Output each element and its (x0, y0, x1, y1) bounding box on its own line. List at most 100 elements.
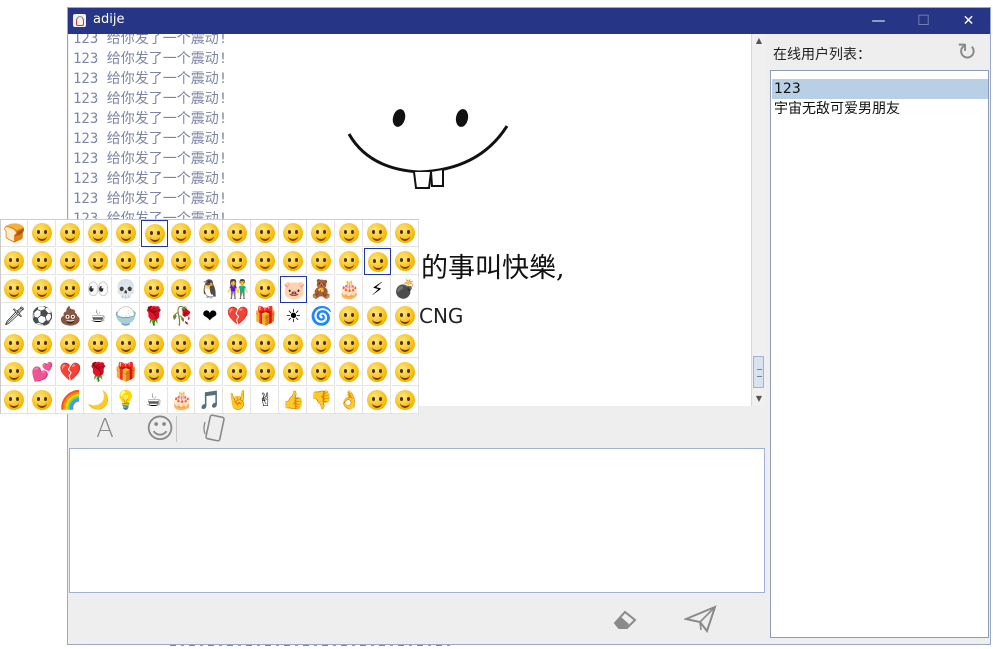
font-button[interactable]: A (89, 413, 121, 445)
emoji-cell[interactable] (112, 220, 140, 247)
maximize-button[interactable]: ☐ (901, 8, 946, 34)
emoji-cell[interactable] (391, 359, 419, 386)
emoji-cell[interactable]: 🥀 (168, 303, 196, 331)
emoji-cell[interactable] (363, 359, 391, 386)
emoji-cell[interactable] (363, 247, 391, 275)
emoji-cell[interactable] (140, 220, 168, 247)
user-list-item[interactable]: 宇宙无敌可爱男朋友 (772, 99, 988, 119)
emoji-cell[interactable]: ☕ (84, 303, 112, 331)
send-button[interactable] (681, 604, 721, 636)
emoji-cell[interactable] (1, 359, 28, 386)
emoji-cell[interactable] (168, 359, 196, 386)
emoji-cell[interactable]: ⚡ (363, 275, 391, 303)
emoji-cell[interactable] (280, 247, 307, 275)
emoji-cell[interactable]: ☕ (140, 386, 168, 414)
emoji-cell[interactable] (307, 220, 335, 247)
emoji-cell[interactable] (335, 331, 363, 359)
emoji-cell[interactable] (56, 275, 84, 303)
emoji-cell[interactable] (252, 247, 280, 275)
emoji-cell[interactable] (196, 359, 224, 386)
emoji-cell[interactable]: 💕 (28, 359, 56, 386)
emoji-cell[interactable] (28, 275, 56, 303)
emoji-cell[interactable] (168, 247, 196, 275)
emoji-cell[interactable]: 🧸 (307, 275, 335, 303)
emoji-cell[interactable]: 🌙 (84, 386, 112, 414)
emoji-cell[interactable] (335, 220, 363, 247)
emoji-cell[interactable] (1, 386, 28, 414)
emoji-cell[interactable] (252, 275, 280, 303)
emoji-cell[interactable]: ⚽ (28, 303, 56, 331)
emoji-cell[interactable] (56, 331, 84, 359)
emoji-cell[interactable] (307, 359, 335, 386)
emoji-cell[interactable] (391, 331, 419, 359)
emoji-cell[interactable]: 🎵 (196, 386, 224, 414)
emoji-cell[interactable] (56, 220, 84, 247)
emoji-button[interactable]: ☺ (144, 413, 176, 445)
emoji-cell[interactable] (84, 220, 112, 247)
emoji-cell[interactable]: 🎂 (335, 275, 363, 303)
emoji-cell[interactable] (335, 303, 363, 331)
emoji-cell[interactable] (168, 331, 196, 359)
emoji-cell[interactable]: 🐷 (280, 275, 307, 303)
emoji-cell[interactable] (140, 331, 168, 359)
emoji-cell[interactable] (252, 359, 280, 386)
emoji-cell[interactable]: 💩 (56, 303, 84, 331)
emoji-cell[interactable] (196, 331, 224, 359)
emoji-cell[interactable] (224, 359, 252, 386)
emoji-cell[interactable]: 🌀 (307, 303, 335, 331)
emoji-cell[interactable] (280, 359, 307, 386)
emoji-cell[interactable]: 🌹 (84, 359, 112, 386)
emoji-cell[interactable] (112, 331, 140, 359)
emoji-cell[interactable] (56, 247, 84, 275)
emoji-cell[interactable]: 👫 (224, 275, 252, 303)
close-button[interactable]: ✕ (946, 8, 991, 34)
emoji-cell[interactable] (196, 220, 224, 247)
emoji-cell[interactable] (28, 331, 56, 359)
scrollbar-thumb[interactable] (753, 356, 764, 388)
emoji-cell[interactable] (391, 303, 419, 331)
emoji-cell[interactable]: 🌈 (56, 386, 84, 414)
emoji-cell[interactable]: 👎 (307, 386, 335, 414)
emoji-cell[interactable] (280, 220, 307, 247)
emoji-cell[interactable] (363, 220, 391, 247)
clear-button[interactable] (609, 606, 643, 634)
emoji-cell[interactable]: ✌ (252, 386, 280, 414)
emoji-cell[interactable] (28, 220, 56, 247)
chat-scrollbar[interactable]: ▲ ▼ (751, 34, 766, 406)
scroll-up-arrow-icon[interactable]: ▲ (754, 36, 764, 46)
emoji-cell[interactable] (224, 331, 252, 359)
emoji-cell[interactable] (363, 331, 391, 359)
emoji-cell[interactable]: 🎂 (168, 386, 196, 414)
emoji-cell[interactable]: 💡 (112, 386, 140, 414)
emoji-cell[interactable] (140, 247, 168, 275)
emoji-cell[interactable] (335, 247, 363, 275)
user-list[interactable]: 123 宇宙无敌可爱男朋友 (770, 70, 989, 638)
emoji-cell[interactable] (112, 247, 140, 275)
emoji-cell[interactable]: ❤ (196, 303, 224, 331)
emoji-cell[interactable] (252, 331, 280, 359)
emoji-cell[interactable] (140, 275, 168, 303)
emoji-cell[interactable] (1, 331, 28, 359)
emoji-picker-panel[interactable]: 🍞 👀 💀 🐧 👫 🐷 🧸 🎂 ⚡ 💣 🗡 ⚽ 💩 ☕ 🍚 🌹 🥀 ❤ 💔 🎁 ☀ 🌀 💕 💔 🌹 🎁 🌈 🌙 💡 ☕ 🎂 🎵 🤘 ✌ 👍 👎 👌 (0, 219, 419, 414)
emoji-cell[interactable]: 👀 (84, 275, 112, 303)
emoji-cell[interactable]: 💀 (112, 275, 140, 303)
shake-button[interactable] (199, 413, 231, 445)
message-input[interactable] (69, 448, 765, 593)
minimize-button[interactable]: — (856, 8, 901, 34)
emoji-cell[interactable]: 💣 (391, 275, 419, 303)
emoji-cell[interactable] (280, 331, 307, 359)
emoji-cell[interactable] (391, 220, 419, 247)
emoji-cell[interactable] (196, 247, 224, 275)
emoji-cell[interactable] (84, 247, 112, 275)
emoji-cell[interactable]: 🍞 (1, 220, 28, 247)
emoji-cell[interactable] (168, 275, 196, 303)
emoji-cell[interactable]: 🗡 (1, 303, 28, 331)
emoji-cell[interactable]: 💔 (224, 303, 252, 331)
emoji-cell[interactable] (28, 247, 56, 275)
emoji-cell[interactable] (363, 386, 391, 414)
emoji-cell[interactable]: 💔 (56, 359, 84, 386)
emoji-cell[interactable]: 🎁 (252, 303, 280, 331)
emoji-cell[interactable] (391, 386, 419, 414)
emoji-cell[interactable]: 👌 (335, 386, 363, 414)
emoji-cell[interactable] (28, 386, 56, 414)
